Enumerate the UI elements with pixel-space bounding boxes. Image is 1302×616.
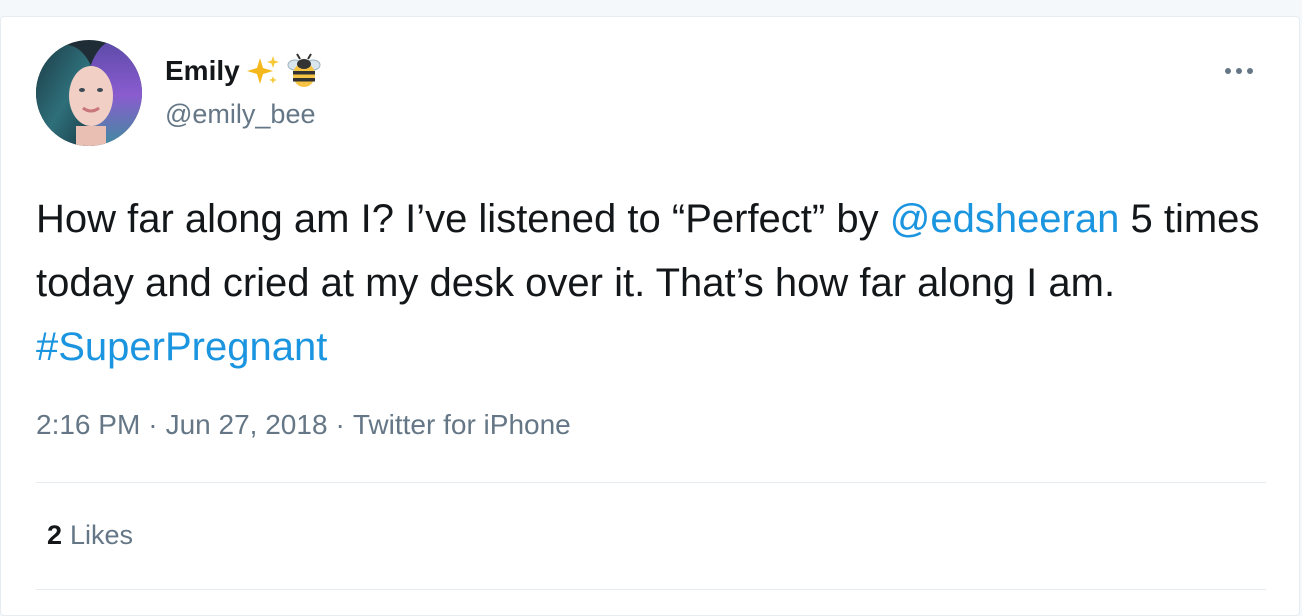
- avatar-image: [36, 40, 142, 146]
- tweet-text-part-1: How far along am I? I’ve listened to “Pe…: [36, 197, 890, 241]
- author-name-row: Emily: [165, 53, 322, 89]
- meta-separator: ·: [335, 409, 345, 440]
- sparkles-emoji: [246, 54, 280, 88]
- tweet-source[interactable]: Twitter for iPhone: [353, 409, 571, 441]
- divider: [36, 482, 1266, 483]
- avatar[interactable]: [36, 40, 142, 146]
- ellipsis-icon: [1225, 68, 1253, 74]
- hashtag-link[interactable]: #SuperPregnant: [36, 325, 327, 369]
- author-display-name[interactable]: Emily: [165, 55, 240, 87]
- tweet-card: Emily @emily_bee How far along am I? I’v…: [0, 16, 1300, 616]
- meta-separator: ·: [148, 409, 158, 440]
- tweet-meta: 2:16 PM · Jun 27, 2018 · Twitter for iPh…: [36, 409, 571, 441]
- mention-link[interactable]: @edsheeran: [890, 197, 1120, 241]
- bee-emoji: [286, 53, 322, 89]
- likes-label: Likes: [70, 520, 134, 550]
- author-handle[interactable]: @emily_bee: [165, 99, 315, 130]
- more-options-button[interactable]: [1219, 53, 1259, 89]
- tweet-date[interactable]: Jun 27, 2018: [166, 409, 328, 441]
- likes-count: 2: [47, 520, 63, 550]
- tweet-text: How far along am I? I’ve listened to “Pe…: [36, 187, 1276, 379]
- tweet-time[interactable]: 2:16 PM: [36, 409, 140, 441]
- likes-link[interactable]: 2 Likes: [47, 520, 133, 551]
- divider: [36, 589, 1266, 590]
